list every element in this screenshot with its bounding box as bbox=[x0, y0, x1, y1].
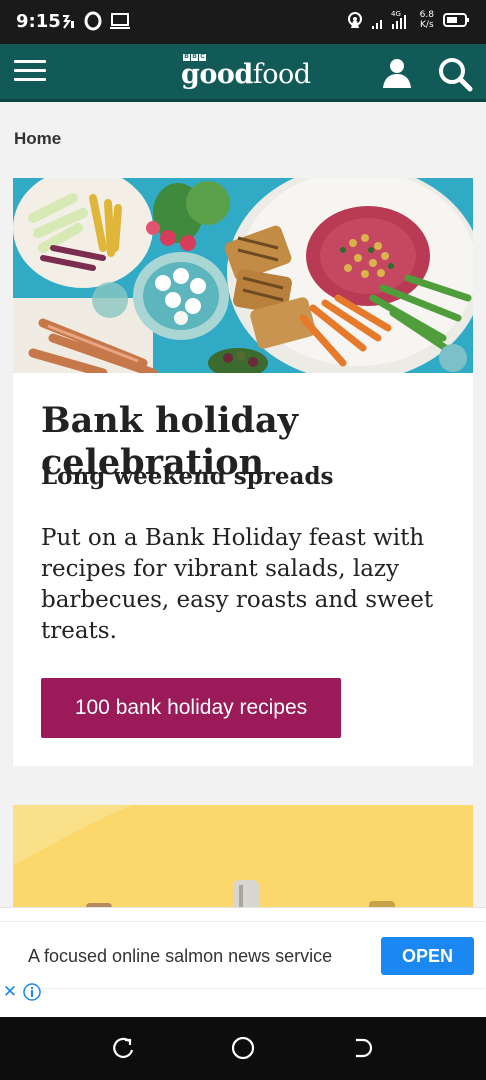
account-button[interactable] bbox=[380, 56, 414, 90]
home-button[interactable] bbox=[230, 1035, 256, 1061]
card-subtitle: Long weekend spreads bbox=[41, 463, 334, 490]
next-card[interactable] bbox=[13, 805, 473, 907]
breadcrumb-home[interactable]: Home bbox=[14, 129, 61, 149]
search-icon bbox=[439, 58, 473, 92]
ad-info-icon[interactable] bbox=[22, 982, 42, 1002]
menu-icon bbox=[14, 60, 46, 81]
goodfood-wordmark: goodfood bbox=[181, 61, 311, 88]
status-bar: 9:15 4G 6.8 K/s bbox=[0, 0, 486, 44]
ad-content[interactable]: A focused online salmon news service OPE… bbox=[0, 921, 486, 1002]
ad-close-icon[interactable]: ✕ bbox=[0, 982, 20, 1002]
recents-button[interactable] bbox=[111, 1035, 137, 1061]
screen-icon bbox=[110, 13, 130, 29]
ad-open-button[interactable]: OPEN bbox=[381, 937, 474, 975]
battery-icon bbox=[443, 13, 469, 27]
net-speed-unit: K/s bbox=[420, 20, 434, 30]
recents-icon bbox=[113, 1037, 134, 1059]
net-speed-value: 6.8 bbox=[419, 10, 434, 20]
feature-card: Bank holiday celebration Long weekend sp… bbox=[13, 178, 473, 766]
signal-icon: 4G bbox=[371, 10, 406, 29]
hero-image bbox=[13, 178, 473, 373]
page-content: Home Bank holiday celebration Long weeke… bbox=[0, 102, 486, 907]
site-header: B B C goodfood bbox=[0, 44, 486, 102]
card-description: Put on a Bank Holiday feast with recipes… bbox=[41, 525, 434, 644]
ad-banner: A focused online salmon news service OPE… bbox=[0, 907, 486, 1017]
bank-holiday-recipes-button[interactable]: 100 bank holiday recipes bbox=[41, 678, 341, 738]
ad-text: A focused online salmon news service bbox=[28, 946, 333, 966]
back-icon bbox=[356, 1038, 373, 1058]
logo-good: good bbox=[181, 59, 253, 90]
notification-icon bbox=[63, 15, 74, 29]
system-nav-bar bbox=[0, 1017, 486, 1080]
network-type-label: 4G bbox=[391, 10, 401, 18]
logo-food: food bbox=[252, 59, 311, 90]
net-speed: 6.8 K/s bbox=[420, 10, 434, 30]
next-card-image bbox=[13, 805, 473, 907]
home-icon bbox=[231, 1036, 255, 1060]
opera-icon bbox=[84, 11, 102, 31]
site-logo[interactable]: B B C goodfood bbox=[181, 54, 311, 88]
user-icon bbox=[383, 59, 411, 88]
back-button[interactable] bbox=[349, 1035, 375, 1061]
status-time: 9:15 bbox=[16, 11, 61, 32]
hotspot-icon bbox=[347, 12, 362, 28]
menu-button[interactable] bbox=[14, 56, 46, 88]
search-button[interactable] bbox=[437, 56, 473, 92]
